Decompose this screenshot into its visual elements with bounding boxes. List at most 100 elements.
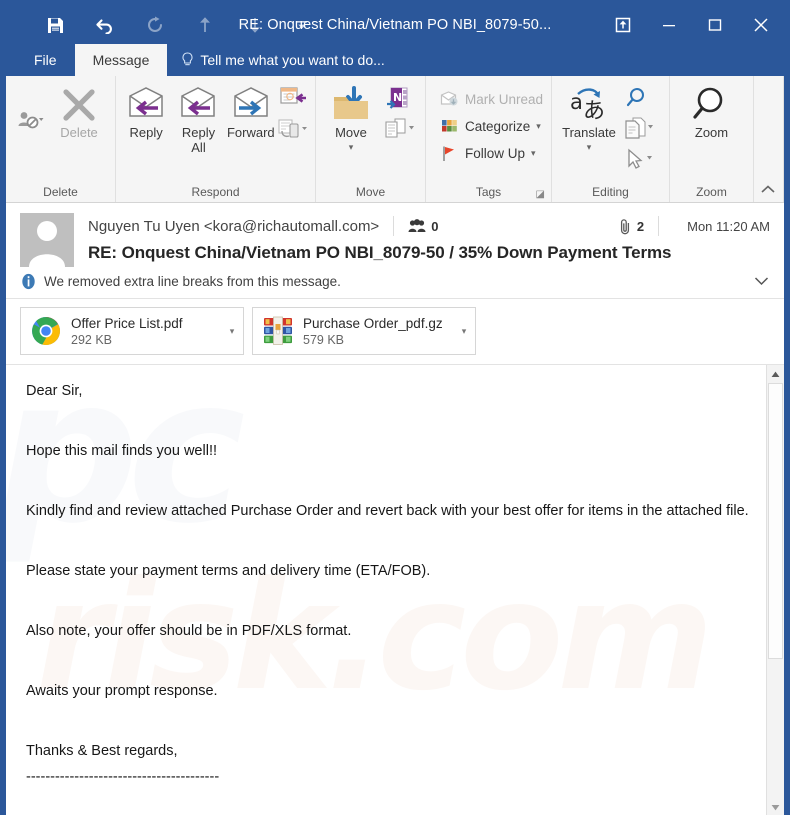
attachment-item[interactable]: Offer Price List.pdf 292 KB ▾ — [20, 307, 244, 355]
categorize-dropdown-caret[interactable]: ▾ — [536, 121, 541, 132]
translate-button[interactable]: a あ Translate ▾ — [556, 81, 622, 155]
window-controls — [600, 10, 784, 40]
redo-button[interactable] — [130, 10, 180, 40]
info-icon — [20, 273, 37, 290]
move-dropdown-caret[interactable]: ▾ — [349, 140, 354, 155]
undo-icon — [96, 19, 112, 34]
more-respond-button[interactable] — [277, 114, 311, 144]
person-placeholder-icon — [29, 221, 65, 267]
forward-button[interactable]: Forward — [225, 81, 277, 140]
body-paragraph: Thanks & Best regards, — [26, 743, 178, 759]
find-magnifier-icon — [626, 88, 644, 107]
delete-button[interactable]: Delete — [48, 81, 110, 140]
find-button[interactable] — [622, 83, 656, 113]
mark-unread-label: Mark Unread — [465, 91, 544, 107]
body-scrollbar[interactable] — [766, 365, 784, 815]
attachment-info: Purchase Order_pdf.gz 579 KB — [303, 315, 453, 348]
tags-dialog-launcher[interactable]: ◪ — [536, 185, 545, 205]
scroll-up-button[interactable] — [767, 365, 784, 383]
scrollbar-thumb[interactable] — [768, 383, 783, 659]
zoom-button[interactable]: Zoom — [679, 81, 745, 140]
move-button[interactable]: Move ▾ — [320, 81, 382, 155]
categorize-icon — [439, 116, 459, 136]
meeting-icon — [280, 87, 306, 104]
attachment-count-value: 2 — [636, 218, 645, 234]
ribbon-group-label-zoom: Zoom — [696, 185, 727, 199]
recipients-count: 0 — [408, 219, 438, 234]
reply-button[interactable]: Reply — [120, 81, 172, 140]
select-button[interactable] — [622, 145, 656, 175]
zoom-magnifier-icon — [691, 85, 733, 125]
attachment-item[interactable]: Purchase Order_pdf.gz 579 KB ▾ — [252, 307, 476, 355]
body-paragraph: Also note, your offer should be in PDF/X… — [26, 623, 352, 639]
scroll-down-button[interactable] — [767, 798, 784, 815]
forward-icon — [229, 85, 273, 125]
body-paragraph: Please state your payment terms and deli… — [26, 563, 431, 579]
outlook-message-window: RE: Onquest China/Vietnam PO NBI_8079-50… — [0, 0, 790, 815]
tell-me-label: Tell me what you want to do... — [200, 52, 385, 68]
follow-up-dropdown-caret[interactable]: ▾ — [531, 148, 536, 159]
quick-access-toolbar — [6, 10, 324, 40]
ribbon-group-editing: a あ Translate ▾ Editing — [552, 76, 670, 202]
triangle-up-icon — [771, 371, 780, 377]
ignore-icon — [18, 112, 44, 129]
move-label: Move — [335, 125, 367, 140]
categorize-button[interactable]: Categorize ▾ — [434, 113, 548, 139]
tab-file[interactable]: File — [16, 44, 75, 76]
attachment-dropdown-caret[interactable]: ▾ — [221, 326, 243, 337]
follow-up-label: Follow Up — [465, 145, 526, 161]
minimize-button[interactable] — [646, 10, 692, 40]
message-datetime: Mon 11:20 AM — [687, 218, 770, 234]
header-meta-right: 2 Mon 11:20 AM — [619, 216, 770, 236]
follow-up-button[interactable]: Follow Up ▾ — [434, 140, 548, 166]
reply-all-button[interactable]: Reply All — [172, 81, 224, 155]
attachment-dropdown-caret[interactable]: ▾ — [453, 326, 475, 337]
maximize-icon — [708, 19, 722, 31]
minimize-icon — [663, 25, 675, 27]
save-icon — [47, 17, 63, 33]
arrow-up-icon — [200, 17, 210, 32]
related-button[interactable] — [622, 114, 656, 144]
message-body-area: pc risk.com Dear Sir, Hope this mail fin… — [6, 365, 784, 815]
ribbon: Delete Delete Reply Reply All Forward Re… — [6, 76, 784, 203]
info-bar[interactable]: We removed extra line breaks from this m… — [6, 267, 784, 299]
next-item-button[interactable] — [230, 10, 280, 40]
delete-x-icon — [59, 85, 99, 125]
tab-message[interactable]: Message — [74, 44, 168, 76]
expand-header-chevron-icon[interactable] — [753, 274, 770, 290]
sender-name[interactable]: Nguyen Tu Uyen <kora@richautomall.com> — [88, 218, 379, 235]
zoom-label: Zoom — [694, 125, 729, 140]
translate-dropdown-caret[interactable]: ▾ — [587, 140, 592, 155]
rules-button[interactable] — [382, 114, 416, 144]
reply-all-icon — [176, 85, 220, 125]
scrollbar-track[interactable] — [767, 383, 784, 798]
customize-quick-access-button[interactable] — [280, 10, 324, 40]
svg-text:あ: あ — [583, 99, 605, 124]
maximize-button[interactable] — [692, 10, 738, 40]
onenote-button[interactable]: N — [382, 83, 416, 113]
ribbon-group-label-move: Move — [355, 185, 386, 199]
previous-item-button[interactable] — [180, 10, 230, 40]
header-divider-1 — [393, 216, 395, 236]
close-button[interactable] — [738, 10, 784, 40]
ribbon-group-zoom: Zoom Zoom — [670, 76, 754, 202]
collapse-ribbon-button[interactable] — [760, 183, 776, 198]
attachment-info: Offer Price List.pdf 292 KB — [71, 315, 193, 348]
tell-me-search[interactable]: Tell me what you want to do... — [167, 44, 398, 76]
ribbon-group-tags: Mark Unread Categorize ▾ Follow Up ▾ Tag… — [426, 76, 552, 202]
save-button[interactable] — [30, 10, 80, 40]
close-icon — [754, 18, 768, 32]
attachment-size: 579 KB — [303, 332, 345, 347]
ignore-button[interactable] — [14, 105, 48, 135]
message-body-text[interactable]: Dear Sir, Hope this mail finds you well!… — [6, 365, 766, 815]
body-paragraph: Dear Sir, — [26, 383, 83, 399]
recipients-count-value: 0 — [431, 218, 439, 234]
header-divider-2 — [658, 216, 660, 236]
popout-button[interactable] — [600, 10, 646, 40]
undo-button[interactable] — [80, 10, 130, 40]
mark-unread-button[interactable]: Mark Unread — [434, 86, 548, 112]
meeting-button[interactable] — [277, 83, 311, 113]
delete-label: Delete — [60, 125, 98, 140]
ribbon-group-label-delete: Delete — [43, 185, 78, 199]
svg-text:N: N — [393, 91, 402, 104]
